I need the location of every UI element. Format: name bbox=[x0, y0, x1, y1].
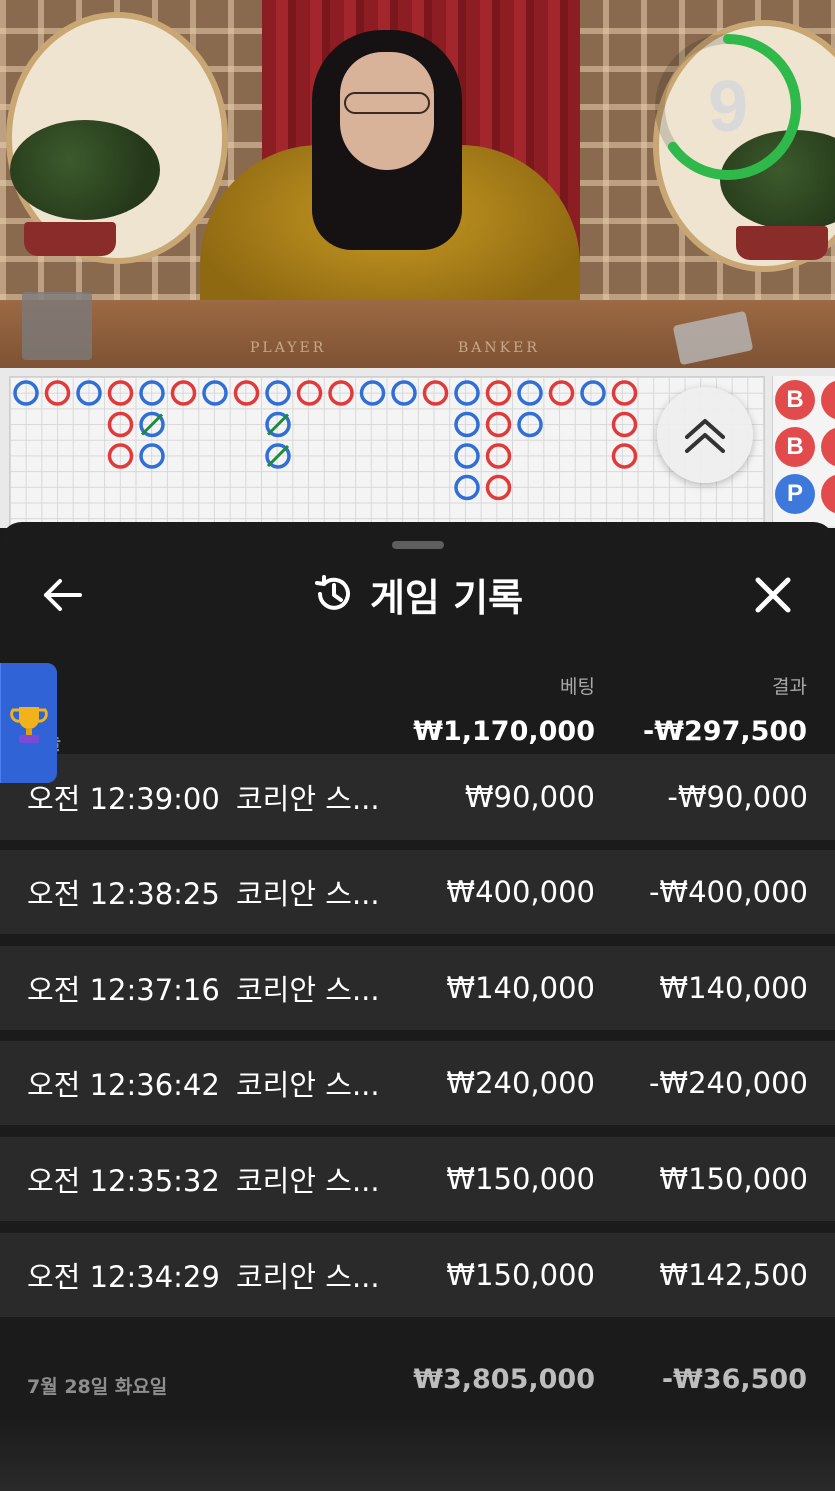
card-shoe bbox=[22, 292, 92, 360]
road-mark-banker bbox=[548, 380, 575, 406]
road-mark-banker bbox=[485, 443, 512, 469]
road-mark-banker bbox=[296, 380, 323, 406]
road-mark-banker bbox=[107, 443, 134, 469]
prev-day-result-total: -₩36,500 bbox=[661, 1364, 807, 1395]
sheet-drag-handle[interactable] bbox=[392, 541, 444, 549]
page-title: 게임 기록 bbox=[369, 575, 524, 620]
road-mark-player bbox=[139, 380, 165, 406]
bead-banker: B bbox=[775, 380, 815, 420]
row-bet: ₩140,000 bbox=[446, 971, 595, 1005]
row-result: ₩150,000 bbox=[659, 1162, 808, 1196]
road-mark-banker bbox=[485, 380, 512, 406]
bead-banker bbox=[821, 474, 835, 514]
road-mark-player bbox=[391, 380, 417, 406]
road-mark-banker bbox=[611, 411, 638, 438]
history-clock-icon bbox=[314, 575, 350, 610]
day-label-previous: 7월 28일 화요일 bbox=[27, 1376, 168, 1398]
history-row[interactable]: 오전 12:36:42 코리안 스... ₩240,000 -₩240,000 bbox=[0, 1041, 835, 1125]
table-banker-label: BANKER bbox=[458, 340, 540, 356]
row-game: 코리안 스... bbox=[236, 782, 380, 816]
row-time: 오전 12:35:32 bbox=[27, 1164, 220, 1198]
trophy-icon bbox=[10, 707, 48, 743]
road-mark-player bbox=[454, 474, 480, 501]
expand-roadmap-button[interactable] bbox=[657, 387, 753, 483]
row-time: 오전 12:36:42 bbox=[27, 1068, 220, 1102]
road-mark-player bbox=[454, 411, 480, 438]
row-game: 코리안 스... bbox=[236, 973, 380, 1007]
close-button[interactable] bbox=[748, 570, 798, 620]
history-row[interactable]: 오전 12:37:16 코리안 스... ₩140,000 ₩140,000 bbox=[0, 946, 835, 1030]
row-result: -₩90,000 bbox=[667, 780, 808, 814]
row-game: 코리안 스... bbox=[236, 1068, 380, 1102]
today-result-total: -₩297,500 bbox=[643, 716, 807, 747]
road-mark-banker bbox=[44, 380, 71, 406]
row-bet: ₩400,000 bbox=[446, 875, 595, 909]
road-mark-banker bbox=[328, 380, 354, 406]
bead-banker bbox=[821, 427, 835, 467]
road-mark-player bbox=[202, 380, 228, 406]
row-bet: ₩240,000 bbox=[446, 1066, 595, 1100]
trophy-side-tab[interactable] bbox=[0, 663, 57, 783]
road-mark-banker bbox=[485, 474, 512, 501]
road-mark-banker bbox=[422, 380, 449, 406]
road-mark-player bbox=[359, 380, 386, 406]
road-mark-player bbox=[454, 443, 480, 469]
row-game: 코리안 스... bbox=[236, 1164, 380, 1198]
row-result: -₩400,000 bbox=[648, 875, 808, 909]
prev-day-bet-total: ₩3,805,000 bbox=[413, 1364, 595, 1395]
row-result: -₩240,000 bbox=[648, 1066, 808, 1100]
big-road-marks bbox=[13, 380, 638, 501]
history-row[interactable]: 오전 12:34:29 코리안 스... ₩150,000 ₩142,500 bbox=[0, 1233, 835, 1317]
road-mark-player bbox=[76, 380, 102, 406]
row-time: 오전 12:34:29 bbox=[27, 1260, 220, 1294]
double-chevron-up-icon bbox=[685, 419, 725, 453]
row-game: 코리안 스... bbox=[236, 1260, 380, 1294]
history-row-partial[interactable] bbox=[0, 1418, 835, 1491]
road-mark-banker bbox=[485, 411, 512, 438]
dealer-glasses bbox=[344, 92, 430, 114]
history-row[interactable]: 오전 12:38:25 코리안 스... ₩400,000 -₩400,000 bbox=[0, 850, 835, 934]
close-icon bbox=[755, 577, 791, 613]
road-mark-player bbox=[13, 380, 39, 406]
row-bet: ₩90,000 bbox=[464, 780, 595, 814]
row-time: 오전 12:38:25 bbox=[27, 877, 220, 911]
row-time: 오전 12:37:16 bbox=[27, 973, 220, 1007]
road-mark-banker bbox=[170, 380, 197, 406]
road-mark-player bbox=[265, 380, 291, 406]
road-mark-player bbox=[517, 411, 543, 438]
bead-banker bbox=[821, 380, 835, 420]
row-time: 오전 12:39:00 bbox=[27, 782, 220, 816]
road-mark-player bbox=[580, 380, 606, 406]
bead-road-strip[interactable]: B B P bbox=[772, 376, 835, 526]
bonsai-left bbox=[10, 120, 160, 220]
road-mark-banker bbox=[611, 443, 638, 469]
column-header-bet: 베팅 bbox=[560, 676, 595, 698]
history-row[interactable]: 오전 12:39:00 코리안 스... ₩90,000 -₩90,000 bbox=[0, 754, 835, 840]
row-game: 코리안 스... bbox=[236, 877, 380, 911]
big-road-grid[interactable] bbox=[9, 376, 765, 526]
bead-player: P bbox=[775, 474, 815, 514]
road-mark-player bbox=[517, 380, 543, 406]
bonsai-pot-right bbox=[736, 226, 828, 260]
column-header-result: 결과 bbox=[772, 676, 807, 698]
bead-banker: B bbox=[775, 427, 815, 467]
history-row[interactable]: 오전 12:35:32 코리안 스... ₩150,000 ₩150,000 bbox=[0, 1137, 835, 1221]
bonsai-pot-left bbox=[24, 222, 116, 256]
road-mark-banker bbox=[611, 380, 638, 406]
row-result: ₩140,000 bbox=[659, 971, 808, 1005]
row-bet: ₩150,000 bbox=[446, 1162, 595, 1196]
road-mark-player bbox=[139, 443, 165, 469]
row-result: ₩142,500 bbox=[659, 1258, 808, 1292]
today-bet-total: ₩1,170,000 bbox=[413, 716, 595, 747]
road-mark-banker bbox=[107, 411, 134, 438]
road-mark-banker bbox=[107, 380, 134, 406]
road-mark-banker bbox=[233, 380, 260, 406]
row-bet: ₩150,000 bbox=[446, 1258, 595, 1292]
table-player-label: PLAYER bbox=[250, 340, 327, 356]
sheet-header: 게임 기록 bbox=[0, 566, 835, 622]
road-mark-player bbox=[454, 380, 480, 406]
countdown-number: 9 bbox=[707, 67, 749, 147]
